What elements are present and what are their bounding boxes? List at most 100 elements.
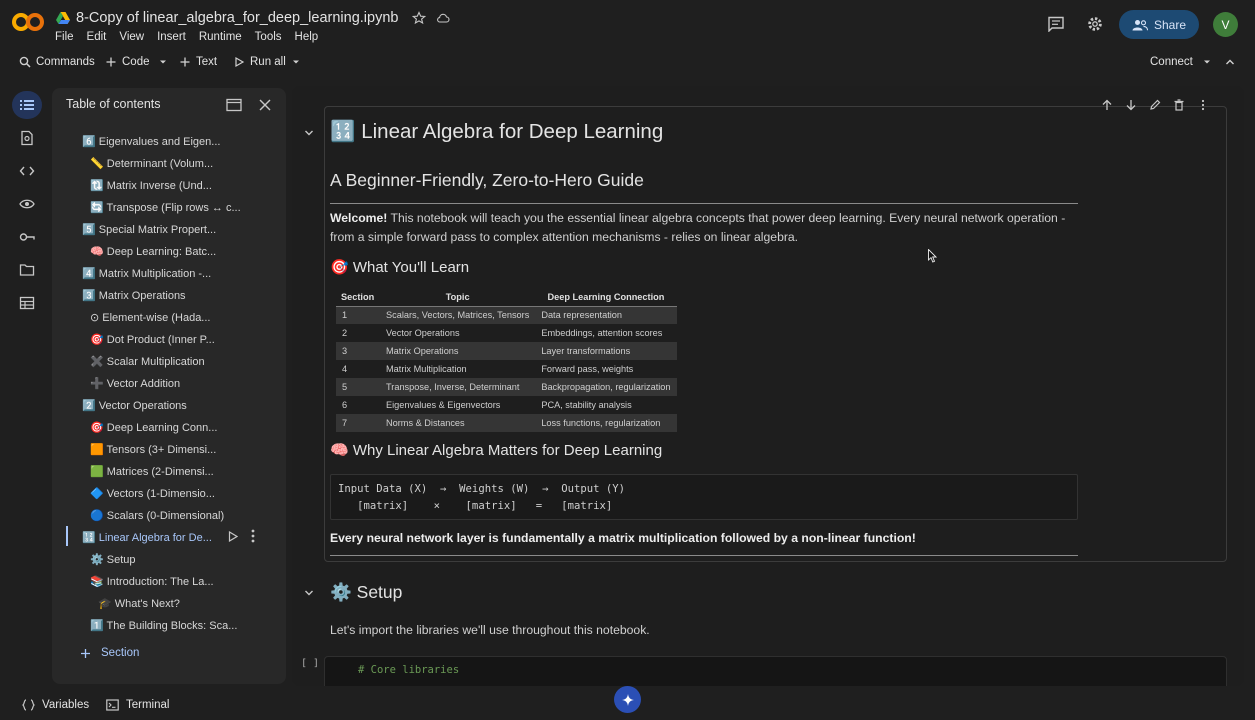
table-cell: 1 [336,306,380,324]
menu-insert[interactable]: Insert [157,31,186,43]
why-heading: 🧠 Why Linear Algebra Matters for Deep Le… [330,442,663,459]
notebook-title[interactable]: 8-Copy of linear_algebra_for_deep_learni… [76,10,398,26]
variables-button[interactable]: Variables [22,699,89,711]
toc-item[interactable]: 🟧 Tensors (3+ Dimensi... [90,440,270,458]
cloud-icon[interactable] [436,11,450,25]
add-section-button[interactable]: Section [80,647,139,659]
learn-heading: 🎯 What You'll Learn [330,259,470,276]
collapse-header-button[interactable] [1224,56,1236,68]
connect-dropdown[interactable] [1201,56,1213,68]
toc-item[interactable]: 4️⃣ Matrix Multiplication -... [82,264,272,282]
toc-item[interactable]: ⊙ Element-wise (Hada... [90,308,270,326]
toc-item[interactable]: 2️⃣ Vector Operations [82,396,272,414]
toc-item[interactable]: 🟩 Matrices (2-Dimensi... [90,462,270,480]
avatar[interactable]: V [1213,12,1238,37]
table-row: 3 Matrix Operations Layer transformations [336,342,677,360]
toc-item[interactable]: 📏 Determinant (Volum... [90,154,270,172]
arrow-down-icon[interactable] [1125,99,1137,111]
menu-runtime[interactable]: Runtime [199,31,242,43]
gear-icon[interactable] [1086,15,1104,33]
share-button[interactable]: Share [1119,10,1199,39]
toc-item[interactable]: 5️⃣ Special Matrix Propert... [82,220,272,238]
people-icon [1132,19,1148,30]
toc-item[interactable]: 🔃 Matrix Inverse (Und... [90,176,270,194]
toc-item[interactable]: 📚 Introduction: The La... [90,572,270,590]
list-icon [20,100,34,110]
toc-item[interactable]: 🎓 What's Next? [98,594,268,612]
menu-tools[interactable]: Tools [255,31,282,43]
close-icon[interactable] [258,98,272,112]
toc-item[interactable]: 🔵 Scalars (0-Dimensional) [90,506,280,524]
key-icon [19,233,35,241]
table-cell: 7 [336,414,380,432]
bold-conclusion: Every neural network layer is fundamenta… [330,531,916,545]
menu-view[interactable]: View [119,31,144,43]
more-vert-icon[interactable] [251,529,255,543]
table-cell: Matrix Multiplication [386,364,467,374]
rail-secrets-button[interactable] [12,223,42,251]
toc-item[interactable]: 🔷 Vectors (1-Dimensio... [90,484,270,502]
table-cell: Data representation [535,306,677,324]
colab-logo-icon[interactable] [12,12,44,32]
toc-item[interactable]: 6️⃣ Eigenvalues and Eigen... [82,132,242,150]
chevron-down-icon[interactable] [304,589,314,597]
menu-edit[interactable]: Edit [87,31,107,43]
rail-snippets-button[interactable] [12,157,42,185]
gemini-button[interactable] [614,686,641,713]
toc-item[interactable]: 1️⃣ The Building Blocks: Sca... [90,616,280,634]
comment-icon[interactable] [1047,16,1065,32]
toc-title: Table of contents [66,97,161,111]
run-cell-button[interactable]: [ ] [301,658,319,669]
arrow-up-icon[interactable] [1101,99,1113,111]
terminal-button[interactable]: Terminal [106,699,169,711]
more-vert-icon[interactable] [1197,99,1209,111]
run-all-dropdown[interactable] [290,56,302,68]
plus-icon [81,648,90,658]
toc-item[interactable]: 🔄 Transpose (Flip rows ↔ c... [90,198,280,216]
toc-item[interactable]: 🎯 Dot Product (Inner P... [90,330,270,348]
code-dropdown[interactable] [157,56,169,68]
connect-button[interactable]: Connect [1150,56,1193,68]
code-comment[interactable]: # Core libraries [358,664,459,676]
left-rail [8,86,46,326]
eye-icon [19,199,35,209]
toc-item[interactable]: ⚙️ Setup [90,550,270,568]
toc-item[interactable]: 3️⃣ Matrix Operations [82,286,272,304]
edit-icon[interactable] [1149,99,1161,111]
table-header: Topic [445,291,470,302]
run-all-button[interactable]: Run all [233,56,286,68]
table-cell: 4 [342,364,348,374]
open-in-tab-icon[interactable] [226,98,242,112]
toc-item[interactable]: ✖️ Scalar Multiplication [90,352,270,370]
rail-variables-button[interactable] [12,190,42,218]
star-icon[interactable] [412,11,427,25]
rail-find-button[interactable] [12,124,42,152]
run-all-label: Run all [250,56,286,68]
menu-file[interactable]: File [55,31,74,43]
menu-help[interactable]: Help [295,31,319,43]
rail-toc-button[interactable] [12,91,42,119]
commands-button[interactable]: Commands [19,56,95,68]
table-cell: Transpose, Inverse, Determinant [380,378,536,396]
caret-down-icon [293,60,299,64]
toc-item[interactable]: 🧠 Deep Learning: Batc... [90,242,270,260]
table-row: 2 Vector Operations Embeddings, attention … [336,324,677,342]
add-code-button[interactable]: Code [105,56,150,68]
setup-heading: ⚙️ Setup [330,582,403,602]
document-search-icon [21,130,33,146]
notebook-heading-1: 🔢 Linear Algebra for Deep Learning [330,120,664,143]
delete-icon[interactable] [1173,99,1185,111]
terminal-label: Terminal [126,699,170,711]
rail-data-button[interactable] [12,289,42,317]
add-text-button[interactable]: Text [179,56,217,68]
table-cell: PCA, stability analysis [541,400,632,410]
toc-item[interactable]: ➕ Vector Addition [90,374,270,392]
toc-item[interactable]: 🎯 Deep Learning Conn... [90,418,270,436]
rail-files-button[interactable] [12,256,42,284]
toc-item-active[interactable]: 🔢 Linear Algebra for De... [82,528,222,546]
table-cell: Norms & Distances [380,414,536,432]
chevron-down-icon[interactable] [304,129,314,137]
run-section-icon[interactable] [228,531,238,542]
table-row: 4 Matrix Multiplication Forward pass, weig… [336,360,677,378]
code-cell[interactable] [324,656,1227,686]
